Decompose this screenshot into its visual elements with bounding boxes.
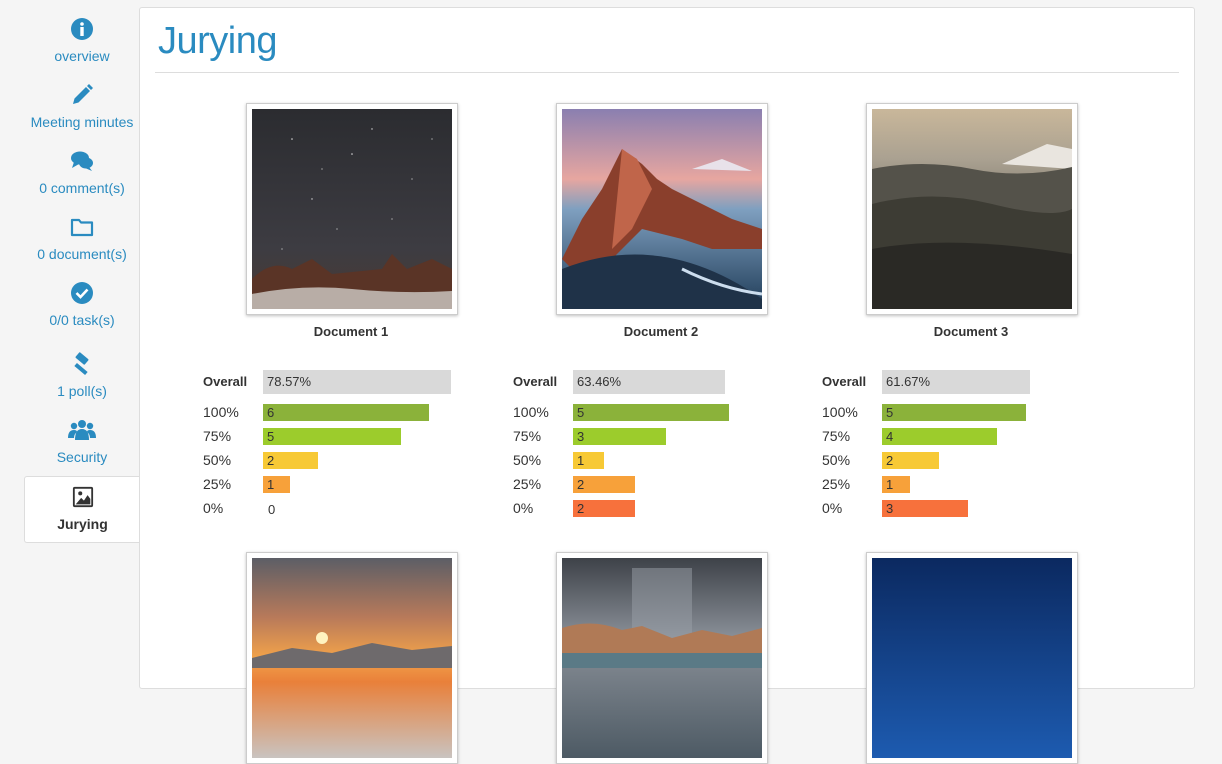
document-name: Document 2	[623, 324, 699, 339]
sidebar-item-meeting-minutes[interactable]: Meeting minutes	[24, 83, 140, 130]
score-label: 75%	[203, 428, 232, 444]
score-label: 25%	[203, 476, 232, 492]
overall-row: Overall 63.46%	[513, 370, 773, 394]
overall-label: Overall	[203, 374, 248, 389]
sidebar: overview Meeting minutes 0 comment(s) 0 …	[0, 0, 140, 672]
thumbnail-image	[562, 109, 762, 309]
score-bar: 2	[573, 476, 635, 493]
sidebar-item-jurying[interactable]: Jurying	[24, 476, 140, 543]
sidebar-item-polls[interactable]: 1 poll(s)	[24, 352, 140, 399]
score-row: 0% 3	[822, 498, 1082, 518]
score-row: 75% 3	[513, 426, 773, 446]
score-row: 75% 4	[822, 426, 1082, 446]
score-row: 50% 2	[203, 450, 463, 470]
score-row: 0% 2	[513, 498, 773, 518]
score-count: 0	[268, 502, 276, 517]
score-row: 75% 5	[203, 426, 463, 446]
score-label: 100%	[822, 404, 858, 420]
score-bar: 5	[882, 404, 1026, 421]
users-icon	[24, 418, 140, 442]
sidebar-item-tasks[interactable]: 0/0 task(s)	[24, 281, 140, 328]
score-bar: 3	[882, 500, 968, 517]
sidebar-item-comments[interactable]: 0 comment(s)	[24, 149, 140, 196]
gavel-icon	[24, 352, 140, 376]
overall-value: 61.67%	[882, 370, 1030, 394]
document-thumbnail[interactable]	[866, 103, 1078, 315]
thumbnail-image	[872, 558, 1072, 758]
overall-value: 78.57%	[263, 370, 451, 394]
pencil-icon	[24, 83, 140, 107]
sidebar-item-label: 0 comment(s)	[39, 180, 125, 196]
score-label: 100%	[513, 404, 549, 420]
thumbnail-image	[562, 558, 762, 758]
score-label: 100%	[203, 404, 239, 420]
info-circle-icon	[24, 17, 140, 41]
score-bar: 5	[573, 404, 729, 421]
score-label: 0%	[203, 500, 224, 516]
comments-icon	[24, 149, 140, 173]
score-label: 50%	[822, 452, 851, 468]
document-thumbnail[interactable]	[246, 103, 458, 315]
score-bar: 1	[263, 476, 290, 493]
sidebar-item-label: 1 poll(s)	[57, 383, 107, 399]
score-row: 25% 1	[203, 474, 463, 494]
thumbnail-image	[252, 109, 452, 309]
thumbnail-image	[252, 558, 452, 758]
sidebar-item-documents[interactable]: 0 document(s)	[24, 215, 140, 262]
score-row: 50% 1	[513, 450, 773, 470]
main-panel: Jurying Document 1 Document 2 Document 3…	[139, 7, 1195, 764]
score-row: 100% 5	[822, 402, 1082, 422]
document-name: Document 1	[313, 324, 389, 339]
image-icon	[25, 486, 140, 510]
document-thumbnail[interactable]	[556, 103, 768, 315]
sidebar-item-overview[interactable]: overview	[24, 17, 140, 64]
score-label: 25%	[513, 476, 542, 492]
score-row: 25% 2	[513, 474, 773, 494]
overall-label: Overall	[513, 374, 558, 389]
overall-label: Overall	[822, 374, 867, 389]
thumbnail-image	[872, 109, 1072, 309]
score-label: 0%	[513, 500, 534, 516]
folder-icon	[24, 215, 140, 239]
sidebar-item-label: Jurying	[57, 516, 108, 532]
score-row: 25% 1	[822, 474, 1082, 494]
score-label: 75%	[822, 428, 851, 444]
overall-value: 63.46%	[573, 370, 725, 394]
overall-row: Overall 78.57%	[203, 370, 463, 394]
score-label: 50%	[203, 452, 232, 468]
overall-row: Overall 61.67%	[822, 370, 1082, 394]
score-bar: 1	[573, 452, 604, 469]
score-bar: 2	[573, 500, 635, 517]
score-bar: 2	[882, 452, 939, 469]
score-bar: 3	[573, 428, 666, 445]
document-thumbnail[interactable]	[866, 552, 1078, 764]
sidebar-item-label: Security	[56, 449, 108, 465]
document-name: Document 3	[933, 324, 1009, 339]
score-label: 0%	[822, 500, 843, 516]
score-label: 25%	[822, 476, 851, 492]
page-title: Jurying	[158, 20, 278, 62]
score-row: 100% 5	[513, 402, 773, 422]
score-bar: 5	[263, 428, 401, 445]
document-thumbnail[interactable]	[246, 552, 458, 764]
sidebar-item-label: 0/0 task(s)	[49, 312, 115, 328]
score-row: 0% 0	[203, 498, 463, 518]
title-divider	[155, 72, 1179, 73]
score-label: 50%	[513, 452, 542, 468]
sidebar-item-label: 0 document(s)	[37, 246, 127, 262]
score-bar: 4	[882, 428, 997, 445]
score-label: 75%	[513, 428, 542, 444]
score-bar: 2	[263, 452, 318, 469]
document-thumbnail[interactable]	[556, 552, 768, 764]
sidebar-item-label: overview	[54, 48, 110, 64]
sidebar-item-label: Meeting minutes	[30, 114, 134, 130]
score-row: 50% 2	[822, 450, 1082, 470]
score-row: 100% 6	[203, 402, 463, 422]
check-circle-icon	[24, 281, 140, 305]
sidebar-item-security[interactable]: Security	[24, 418, 140, 465]
score-bar: 6	[263, 404, 429, 421]
score-bar: 1	[882, 476, 910, 493]
